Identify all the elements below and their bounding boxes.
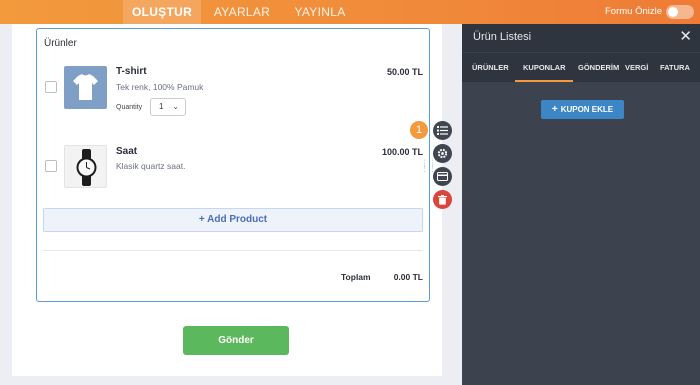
divider xyxy=(43,250,423,251)
product-price: 50.00 TL xyxy=(386,67,423,77)
settings-tool-button[interactable] xyxy=(433,144,452,163)
total-label: Toplam xyxy=(341,272,371,282)
gear-icon xyxy=(437,148,448,159)
tab-fatura[interactable]: FATURA xyxy=(660,63,690,72)
panel-header: Ürün Listesi ✕ xyxy=(462,24,700,52)
product-name: Saat xyxy=(116,146,138,157)
preview-toggle[interactable] xyxy=(666,5,694,19)
product-name: T-shirt xyxy=(116,66,147,77)
tab-vergi[interactable]: VERGİ xyxy=(625,63,648,72)
preview-form-label: Formu Önizle xyxy=(604,6,662,17)
add-coupon-button[interactable]: + KUPON EKLE xyxy=(541,100,624,119)
product-checkbox-saat[interactable] xyxy=(45,160,57,172)
quantity-value: 1 xyxy=(159,102,164,111)
product-description: Tek renk, 100% Pamuk xyxy=(116,82,204,92)
active-tab-indicator xyxy=(515,80,573,82)
card-icon xyxy=(437,172,448,181)
toggle-knob xyxy=(668,7,678,17)
add-coupon-label: KUPON EKLE xyxy=(560,105,614,114)
watch-image xyxy=(64,145,107,188)
tab-kuponlar[interactable]: KUPONLAR xyxy=(523,63,566,72)
panel-title: Ürün Listesi xyxy=(473,31,532,43)
chevron-down-icon: ⌄ xyxy=(172,102,179,111)
tab-olustur[interactable]: OLUŞTUR xyxy=(123,0,201,24)
top-navigation-bar: OLUŞTUR AYARLAR YAYINLA Formu Önizle xyxy=(0,0,700,24)
product-list-panel: Ürün Listesi ✕ ÜRÜNLER KUPONLAR GÖNDERİM… xyxy=(462,24,700,385)
quantity-select[interactable]: 1 ⌄ xyxy=(150,98,186,116)
close-icon[interactable]: ✕ xyxy=(679,29,692,45)
product-description: Klasik quartz saat. xyxy=(116,161,186,171)
panel-tabs: ÜRÜNLER KUPONLAR GÖNDERİM VERGİ FATURA xyxy=(462,52,700,82)
product-list-field[interactable]: Ürünler T-shirt Tek renk, 100% Pamuk 50.… xyxy=(36,28,437,302)
payment-tool-button[interactable] xyxy=(433,167,452,186)
product-checkbox-tshirt[interactable] xyxy=(45,81,57,93)
total-value: 0.00 TL xyxy=(393,272,423,282)
tab-yayinla[interactable]: YAYINLA xyxy=(290,0,350,24)
tab-urunler[interactable]: ÜRÜNLER xyxy=(472,63,509,72)
plus-icon: + xyxy=(551,104,558,115)
product-price: 100.00 TL xyxy=(381,147,423,157)
step-badge-1: 1 xyxy=(410,121,428,139)
quantity-label: Quantity xyxy=(116,104,143,111)
product-list-tool-button[interactable] xyxy=(433,121,452,140)
list-icon xyxy=(437,126,448,135)
tab-gonderim[interactable]: GÖNDERİM xyxy=(578,63,619,72)
drag-handle-icon[interactable]: ⋮⋮ ⋮⋮ xyxy=(420,159,437,173)
submit-button[interactable]: Gönder xyxy=(183,326,289,355)
trash-icon xyxy=(438,194,447,205)
add-product-button[interactable]: + Add Product xyxy=(43,208,423,232)
products-title: Ürünler xyxy=(44,38,77,49)
tshirt-image xyxy=(64,66,107,109)
tab-ayarlar[interactable]: AYARLAR xyxy=(210,0,274,24)
delete-tool-button[interactable] xyxy=(433,190,452,209)
